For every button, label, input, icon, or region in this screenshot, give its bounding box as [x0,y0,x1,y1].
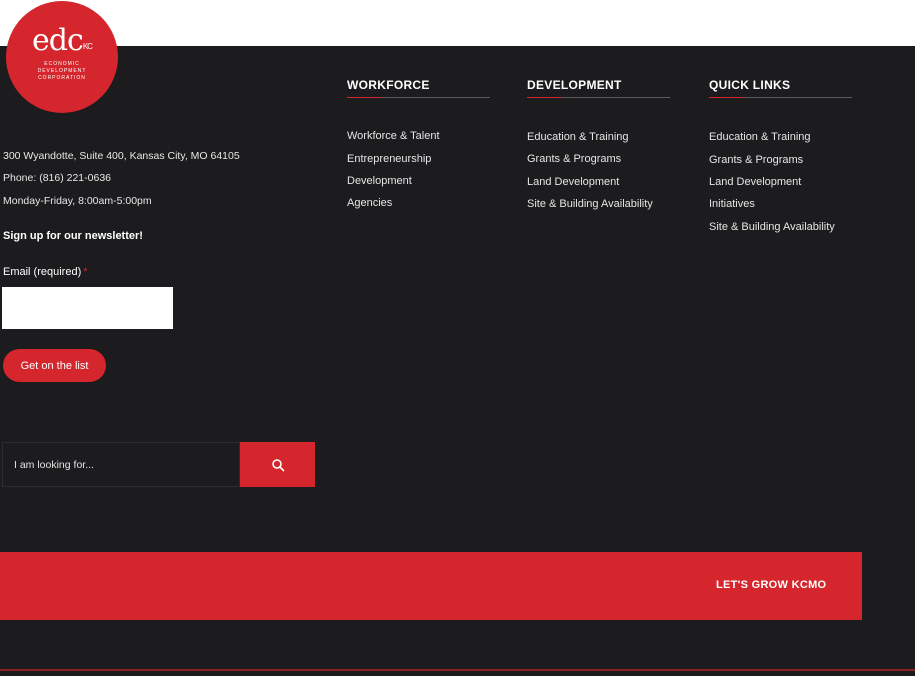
quick-link-land-development[interactable]: Land Development [709,176,801,188]
workforce-heading: WORKFORCE [347,78,430,92]
footer-bottom-line [0,669,915,671]
logo-mark: edcKC [32,23,93,58]
search-button[interactable] [240,442,315,487]
quick-link-initiatives[interactable]: Initiatives [709,198,755,210]
search-input[interactable] [2,442,240,487]
workforce-divider [347,97,490,98]
edc-logo[interactable]: edcKC ECONOMIC DEVELOPMENT CORPORATION [6,1,118,113]
footer-link-workforce-talent[interactable]: Workforce & Talent [347,130,440,142]
logo-subtitle: ECONOMIC DEVELOPMENT CORPORATION [37,61,87,81]
contact-address: 300 Wyandotte, Suite 400, Kansas City, M… [3,150,240,162]
development-heading: DEVELOPMENT [527,78,622,92]
search-icon [271,458,284,471]
banner-label: LET'S GROW KCMO [716,579,827,591]
quick-link-grants-programs[interactable]: Grants & Programs [709,154,803,166]
email-label: Email (required) * [3,266,88,278]
required-marker: * [83,266,88,278]
footer-link-land-development[interactable]: Land Development [527,176,619,188]
email-field[interactable] [2,287,173,329]
quick-link-education-training[interactable]: Education & Training [709,131,811,143]
contact-hours: Monday-Friday, 8:00am-5:00pm [3,195,152,207]
footer-link-grants-programs[interactable]: Grants & Programs [527,153,621,165]
footer-link-agencies[interactable]: Agencies [347,197,392,209]
footer-link-site-building-availability[interactable]: Site & Building Availability [527,198,653,210]
logo-badge: KC [82,42,93,51]
development-divider [527,97,670,98]
footer-link-entrepreneurship[interactable]: Entrepreneurship [347,153,431,165]
quick-link-site-building-availability[interactable]: Site & Building Availability [709,221,835,233]
contact-phone: Phone: (816) 221-0636 [3,172,111,184]
quick-links-heading: QUICK LINKS [709,78,791,92]
quick-links-divider [709,97,852,98]
newsletter-title: Sign up for our newsletter! [3,230,143,242]
footer-link-development[interactable]: Development [347,175,412,187]
get-on-the-list-button[interactable]: Get on the list [3,349,106,382]
footer-link-education-training[interactable]: Education & Training [527,131,629,143]
